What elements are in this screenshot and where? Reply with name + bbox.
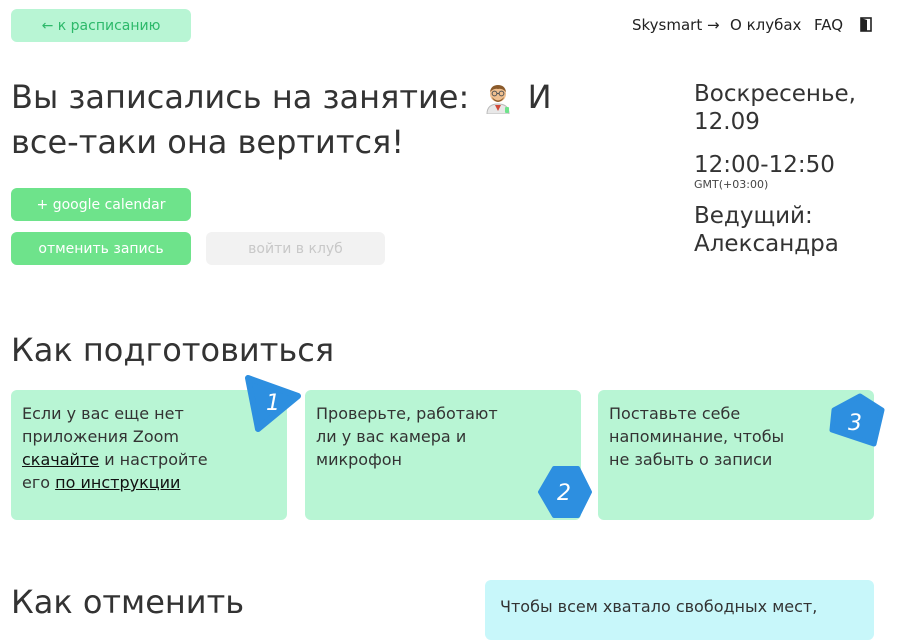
host-label: Ведущий: <box>694 203 813 229</box>
nav-about-clubs-link[interactable]: О клубах <box>730 16 801 34</box>
prepare-card-1-text: Если у вас еще нет приложения Zoom скача… <box>22 402 222 494</box>
prepare-card-2-text: Проверьте, работают ли у вас камера и ми… <box>316 404 498 469</box>
session-info: Воскресенье, 12.09 12:00-12:50 GMT(+03:0… <box>694 80 894 258</box>
session-timezone: GMT(+03:00) <box>694 178 769 191</box>
host-name: Александра <box>694 231 839 257</box>
google-calendar-button[interactable]: + google calendar <box>11 188 191 221</box>
step-badge-2: 2 <box>536 464 594 524</box>
download-zoom-link[interactable]: скачайте <box>22 450 99 469</box>
session-day: 12.09 <box>694 109 760 135</box>
step-number-1: 1 <box>266 391 280 416</box>
nav-faq-link[interactable]: FAQ <box>814 16 843 34</box>
prepare-card-3-text: Поставьте себе напоминание, чтобы не заб… <box>609 404 785 469</box>
session-weekday: Воскресенье, <box>694 81 856 107</box>
nav-skysmart-link[interactable]: Skysmart → <box>632 16 720 34</box>
top-nav: Skysmart → О клубах FAQ <box>0 16 906 36</box>
title-prefix: Вы записались на занятие: <box>11 78 470 116</box>
cancel-booking-button[interactable]: отменить запись <box>11 232 191 265</box>
cancel-heading: Как отменить <box>11 583 245 621</box>
scientist-emoji-icon <box>483 82 513 123</box>
session-date: Воскресенье, 12.09 <box>694 80 894 136</box>
page-title: Вы записались на занятие: И все-таки она… <box>11 78 611 162</box>
step-badge-1: 1 <box>240 372 304 436</box>
join-club-button[interactable]: войти в клуб <box>206 232 385 265</box>
session-host: Ведущий: Александра <box>694 202 894 258</box>
session-time: 12:00-12:50 <box>694 152 835 178</box>
cancel-info-card: Чтобы всем хватало свободных мест, <box>485 580 874 640</box>
cancel-info-text: Чтобы всем хватало свободных мест, <box>500 597 818 616</box>
exit-door-icon[interactable] <box>860 17 872 36</box>
step-number-3: 3 <box>848 411 862 436</box>
step-badge-3: 3 <box>824 392 886 456</box>
prepare-heading: Как подготовиться <box>11 331 335 369</box>
instructions-link[interactable]: по инструкции <box>55 473 180 492</box>
card-1-text-a: Если у вас еще нет приложения Zoom <box>22 404 184 446</box>
step-number-2: 2 <box>557 481 571 506</box>
